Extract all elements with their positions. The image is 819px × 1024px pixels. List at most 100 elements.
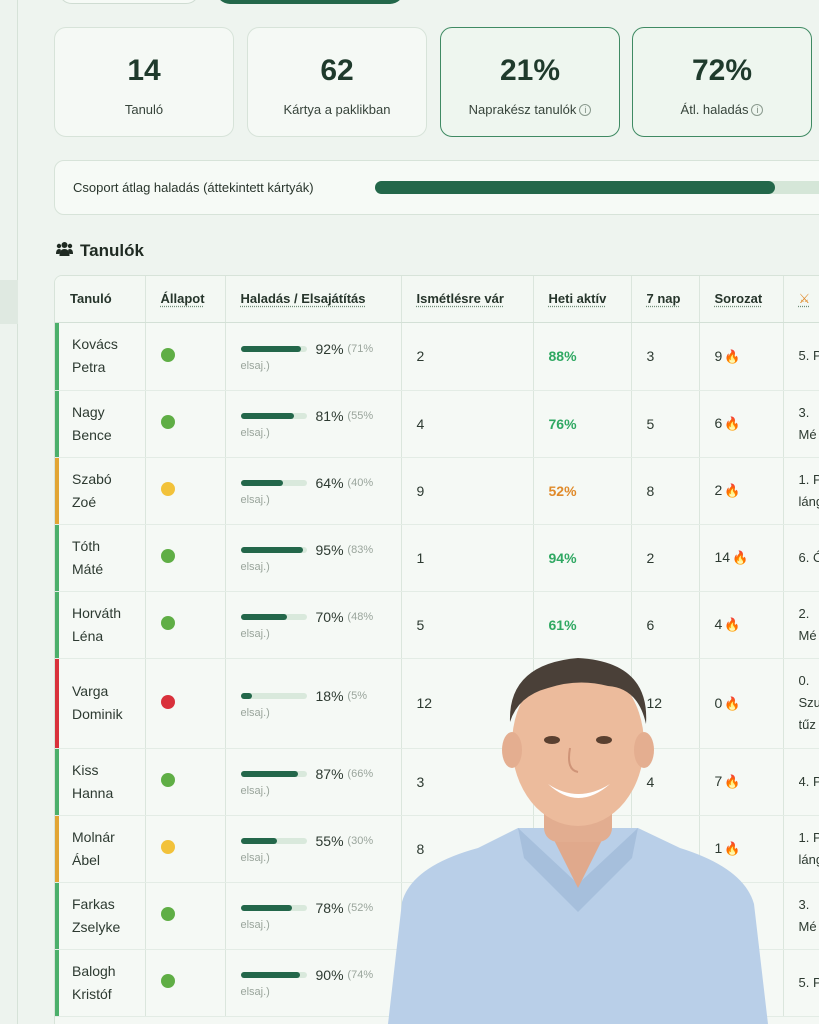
status-dot [160, 549, 175, 563]
stat-card-avg-progress[interactable]: 72% Átl. haladás i [632, 27, 812, 137]
weekly-active-cell: 52% [533, 457, 632, 525]
achievement-cell: 3. Mé [783, 882, 819, 950]
achievement-line: 6. Ó [798, 549, 819, 565]
stat-card-up-to-date[interactable]: 21% Naprakész tanulók i [440, 27, 620, 137]
table-row[interactable]: Szabó Zoé 64% (40% elsaj.) 952%82🔥 1. P láng [55, 457, 819, 525]
table-row[interactable]: Horváth Léna 70% (48% elsaj.) 5 61% 6 4 🔥 2. Mé [55, 591, 819, 659]
weekly-active-cell: 94% [533, 524, 632, 592]
student-name-cell[interactable]: Varga Dominik [55, 658, 146, 749]
status-dot [160, 482, 175, 496]
achievement-line: 5. P [798, 974, 819, 990]
stat-card-students: 14 Tanuló [54, 27, 234, 137]
streak-value: 4 [714, 616, 723, 632]
stat-value: 21% [499, 54, 561, 87]
student-first-name: Farkas [72, 895, 115, 912]
col-header-weekly[interactable]: Heti aktív [533, 276, 632, 323]
student-first-name: Nagy [72, 403, 105, 420]
student-last-name: Petra [72, 359, 106, 375]
status-stripe [55, 591, 59, 658]
achievement-line: Szu [798, 695, 819, 710]
progress-cell: 64% (40% elsaj.) [225, 457, 402, 525]
progress-percent: 90% [315, 967, 344, 983]
seven-days-cell: 6 [631, 591, 700, 659]
progress-bar [240, 692, 307, 699]
progress-bar-fill [240, 480, 283, 486]
student-last-name: Léna [72, 627, 104, 644]
sidebar-active-item[interactable] [0, 280, 18, 324]
progress-percent: 18% [315, 687, 344, 704]
student-last-name: Ábel [72, 851, 101, 868]
info-icon[interactable]: i [579, 104, 592, 116]
student-first-name: Szabó [72, 470, 112, 487]
mastery-suffix: elsaj.) [240, 852, 270, 864]
progress-bar-fill [240, 905, 292, 911]
student-last-name: Dominik [72, 706, 123, 722]
status-stripe [55, 815, 59, 882]
table-row[interactable]: Nagy Bence 81% (55% elsaj.) 4 76% 5 6 🔥 3. Mé [55, 390, 819, 458]
flame-icon: 🔥 [724, 416, 741, 431]
progress-cell: 95% (83% elsaj.) [225, 524, 402, 592]
status-dot [160, 347, 175, 362]
table-row[interactable]: TóthMáté95% (83%elsaj.)194%214🔥6. Ó [55, 524, 819, 592]
achievement-line: láng [798, 493, 819, 509]
stat-value: 14 [127, 54, 161, 87]
flame-icon: 🔥 [724, 483, 741, 498]
student-name-cell[interactable]: Molnár Ábel [55, 815, 146, 883]
col-header-status[interactable]: Állapot [145, 276, 226, 323]
status-cell [145, 748, 226, 816]
progress-bar-fill [240, 771, 298, 777]
progress-bar [240, 905, 307, 911]
achievement-line: 5. P [798, 348, 819, 363]
top-button-primary[interactable] [216, 0, 404, 4]
progress-cell: 55% (30% elsaj.) [225, 815, 402, 883]
seven-days-cell: 5 [631, 390, 700, 458]
col-header-streak[interactable]: Sorozat [699, 276, 784, 323]
student-name-cell[interactable]: Horváth Léna [55, 591, 146, 659]
achievement-line: 1. P [798, 471, 819, 487]
student-name-cell[interactable]: Balogh Kristóf [55, 949, 146, 1017]
seven-days-cell: 2 [631, 524, 700, 592]
achievement-line: 2. [798, 605, 810, 621]
student-last-name: Hanna [72, 784, 114, 801]
student-name-cell[interactable]: Nagy Bence [55, 390, 146, 458]
streak-cell: 14 🔥 [699, 524, 784, 592]
achievement-line: 1. P [798, 829, 819, 845]
mastery-percent: (71% [347, 342, 374, 355]
status-dot [160, 907, 175, 921]
mastery-percent: (74% [347, 969, 374, 981]
col-header-achievement[interactable]: ⚔ [783, 276, 819, 323]
table-row[interactable]: Kovács Petra 92% (71% elsaj.) 288%39🔥 5. P [55, 322, 819, 391]
achievement-line: 0. [798, 673, 810, 688]
stat-label: Kártya a paklikban [283, 102, 391, 117]
progress-cell: 70% (48% elsaj.) [225, 591, 402, 659]
top-button-secondary[interactable] [58, 0, 200, 4]
student-name-cell[interactable]: Szabó Zoé [55, 457, 146, 525]
col-header-due[interactable]: Ismétlésre vár [401, 276, 534, 323]
presenter-video-overlay [388, 652, 768, 1024]
student-name-cell[interactable]: Tóth Máté [55, 524, 146, 592]
progress-bar-fill [240, 614, 287, 620]
info-icon[interactable]: i [751, 104, 764, 116]
achievement-cell: 6. Ó [783, 524, 819, 592]
achievement-line: 3. [798, 896, 810, 912]
flame-icon: 🔥 [724, 617, 741, 632]
mastery-suffix: elsaj.) [240, 919, 270, 931]
col-header-7days[interactable]: 7 nap [631, 276, 700, 323]
progress-cell: 87% (66% elsaj.) [225, 748, 402, 816]
group-progress-card: Csoport átlag haladás (áttekintett kárty… [54, 160, 819, 215]
table-header-row: Tanuló Állapot Haladás / Elsajátítás Ism… [55, 276, 819, 323]
progress-cell: 90% (74% elsaj.) [225, 949, 402, 1017]
col-header-student[interactable]: Tanuló [55, 276, 146, 323]
flame-icon: 🔥 [732, 550, 749, 565]
student-name-cell[interactable]: Farkas Zselyke [55, 882, 146, 950]
student-first-name: Kovács [72, 336, 118, 352]
mastery-percent: (48% [347, 611, 374, 623]
col-header-progress[interactable]: Haladás / Elsajátítás [225, 276, 402, 323]
progress-cell: 92% (71% elsaj.) [225, 322, 402, 391]
student-name-cell[interactable]: Kovács Petra [55, 322, 146, 391]
status-cell [145, 591, 226, 659]
due-cell: 9 [401, 457, 534, 525]
streak-cell: 6 🔥 [699, 390, 784, 458]
student-name-cell[interactable]: Kiss Hanna [55, 748, 146, 816]
mastery-suffix: elsaj.) [240, 494, 270, 506]
